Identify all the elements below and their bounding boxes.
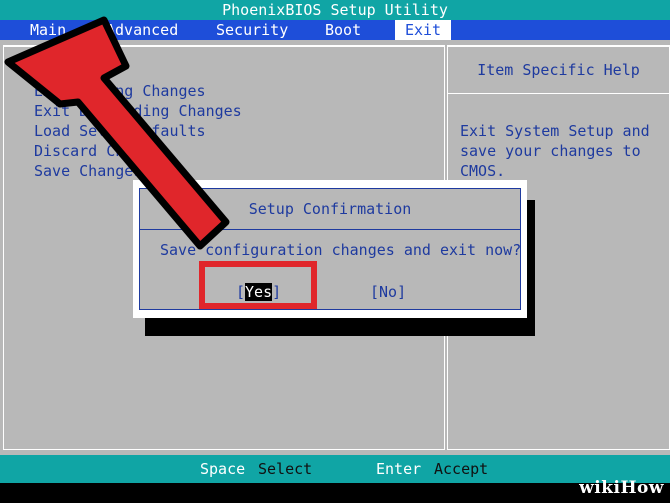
bottom-strip: [0, 483, 670, 503]
status-desc-select: Select: [258, 460, 313, 478]
wikihow-watermark: wikiHow: [579, 478, 664, 498]
status-bar: Space Select Enter Accept: [0, 455, 670, 483]
status-desc-accept: Accept: [434, 460, 489, 478]
status-key-space: Space: [200, 460, 246, 478]
status-key-enter: Enter: [376, 460, 422, 478]
pointer-arrow-icon: [4, 16, 230, 250]
